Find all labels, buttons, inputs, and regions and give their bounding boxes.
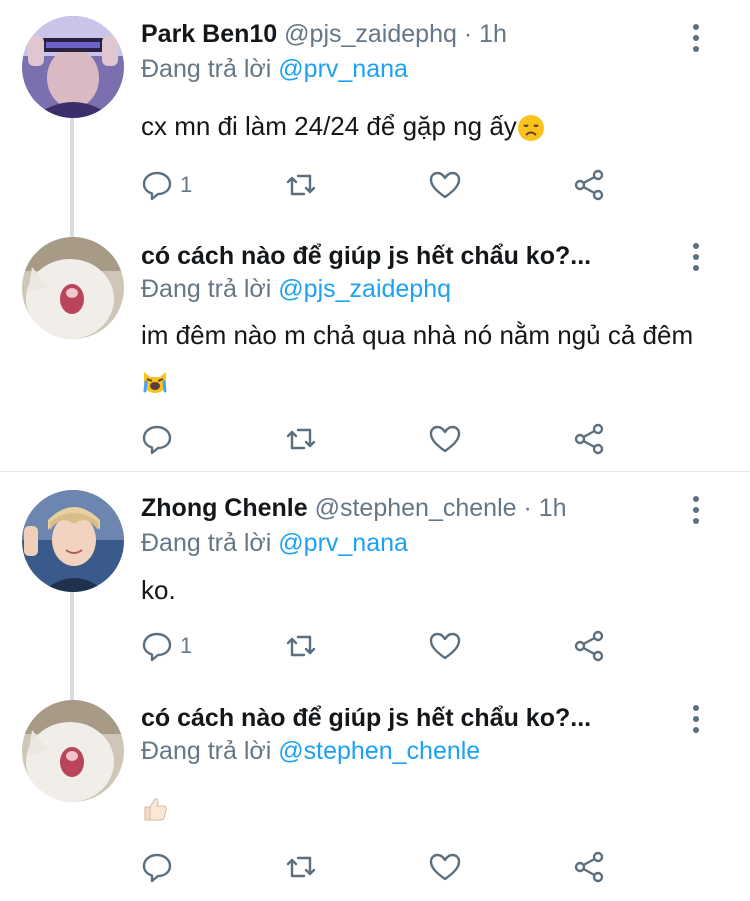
tweet-actions <box>140 849 620 885</box>
replying-to: Đang trả lời @pjs_zaidephq <box>141 273 451 305</box>
reply-icon <box>142 853 172 883</box>
retweet-button[interactable] <box>284 628 318 664</box>
tweet-actions: 1 <box>140 628 620 664</box>
tweet-text-content: ko. <box>141 575 176 605</box>
mention-link[interactable]: @stephen_chenle <box>278 737 480 765</box>
crying-cat-face-icon <box>143 372 167 394</box>
share-icon <box>574 169 604 201</box>
more-options-icon[interactable] <box>688 243 704 276</box>
tweet-2[interactable]: có cách nào để giúp js hết chẩu ko?... Đ… <box>0 235 750 470</box>
replying-to: Đang trả lời @prv_nana <box>141 53 408 85</box>
tweet-text: im đêm nào m chả qua nhà nó nằm ngủ cả đ… <box>141 313 711 401</box>
tweet-actions <box>140 421 620 457</box>
mention-link[interactable]: @pjs_zaidephq <box>278 275 451 303</box>
like-button[interactable] <box>428 628 462 664</box>
reply-icon <box>142 632 172 662</box>
reply-button[interactable] <box>140 421 180 457</box>
retweet-icon <box>286 428 316 450</box>
share-icon <box>574 851 604 883</box>
mention-link[interactable]: @prv_nana <box>278 55 408 83</box>
retweet-icon <box>286 635 316 657</box>
more-options-icon[interactable] <box>688 705 704 738</box>
retweet-icon <box>286 174 316 196</box>
reply-count: 1 <box>180 172 193 197</box>
tweet-header: Zhong Chenle @stephen_chenle · 1h <box>141 492 567 524</box>
retweet-icon <box>286 856 316 878</box>
tweet-header: có cách nào để giúp js hết chẩu ko?... <box>141 240 591 272</box>
heart-icon <box>429 853 461 881</box>
avatar-image <box>22 700 124 802</box>
like-button[interactable] <box>428 421 462 457</box>
replying-to-label: Đang trả lời <box>141 275 272 303</box>
share-button[interactable] <box>572 421 606 457</box>
reply-icon <box>142 171 172 201</box>
disappointed-face-icon <box>517 115 544 142</box>
user-handle[interactable]: @stephen_chenle <box>315 494 517 522</box>
separator-dot: · <box>463 20 473 48</box>
replying-to: Đang trả lời @stephen_chenle <box>141 735 480 767</box>
mention-link[interactable]: @prv_nana <box>278 529 408 557</box>
replying-to: Đang trả lời @prv_nana <box>141 527 408 559</box>
thumbs-up-icon <box>144 798 167 821</box>
timestamp[interactable]: 1h <box>539 494 567 522</box>
tweet-actions: 1 <box>140 167 620 203</box>
avatar-image <box>22 490 124 592</box>
tweet-text: cx mn đi làm 24/24 để gặp ng ấy <box>141 104 711 148</box>
tweet-header: có cách nào để giúp js hết chẩu ko?... <box>141 702 591 734</box>
separator-dot: · <box>523 494 532 522</box>
display-name[interactable]: có cách nào để giúp js hết chẩu ko?... <box>141 704 591 732</box>
share-button[interactable] <box>572 167 606 203</box>
tweet-header: Park Ben10 @pjs_zaidephq · 1h <box>141 18 507 50</box>
like-button[interactable] <box>428 849 462 885</box>
reply-button[interactable]: 1 <box>140 167 192 203</box>
heart-icon <box>429 425 461 453</box>
retweet-button[interactable] <box>284 421 318 457</box>
heart-icon <box>429 632 461 660</box>
thread-line <box>70 592 74 702</box>
more-options-icon[interactable] <box>688 496 704 529</box>
thread-line <box>70 118 74 238</box>
reply-button[interactable] <box>140 849 180 885</box>
share-button[interactable] <box>572 628 606 664</box>
display-name[interactable]: Zhong Chenle <box>141 494 308 522</box>
avatar-image <box>22 237 124 339</box>
retweet-button[interactable] <box>284 849 318 885</box>
avatar-image <box>22 16 124 118</box>
retweet-button[interactable] <box>284 167 318 203</box>
replying-to-label: Đang trả lời <box>141 55 272 83</box>
tweet-3[interactable]: Zhong Chenle @stephen_chenle · 1h Đang t… <box>0 472 750 702</box>
reply-icon <box>142 425 172 455</box>
replying-to-label: Đang trả lời <box>141 529 272 557</box>
avatar-zhong-chenle[interactable] <box>22 490 124 592</box>
avatar-park-ben10[interactable] <box>22 16 124 118</box>
avatar-cat[interactable] <box>22 700 124 802</box>
user-handle[interactable]: @pjs_zaidephq <box>284 20 457 48</box>
tweet-text-content: cx mn đi làm 24/24 để gặp ng ấy <box>141 111 517 141</box>
tweet-text <box>141 785 711 829</box>
reply-button[interactable]: 1 <box>140 628 192 664</box>
replying-to-label: Đang trả lời <box>141 737 272 765</box>
share-button[interactable] <box>572 849 606 885</box>
tweet-text-content: im đêm nào m chả qua nhà nó nằm ngủ cả đ… <box>141 320 694 350</box>
share-icon <box>574 630 604 662</box>
heart-icon <box>429 171 461 199</box>
timestamp[interactable]: 1h <box>479 20 507 48</box>
reply-count: 1 <box>180 633 193 658</box>
avatar-cat[interactable] <box>22 237 124 339</box>
tweet-text: ko. <box>141 568 711 612</box>
more-options-icon[interactable] <box>688 24 704 57</box>
tweet-1[interactable]: Park Ben10 @pjs_zaidephq · 1h Đang trả l… <box>0 0 750 238</box>
display-name[interactable]: Park Ben10 <box>141 20 277 48</box>
display-name[interactable]: có cách nào để giúp js hết chẩu ko?... <box>141 242 591 270</box>
like-button[interactable] <box>428 167 462 203</box>
share-icon <box>574 423 604 455</box>
tweet-4[interactable]: có cách nào để giúp js hết chẩu ko?... Đ… <box>0 697 750 901</box>
